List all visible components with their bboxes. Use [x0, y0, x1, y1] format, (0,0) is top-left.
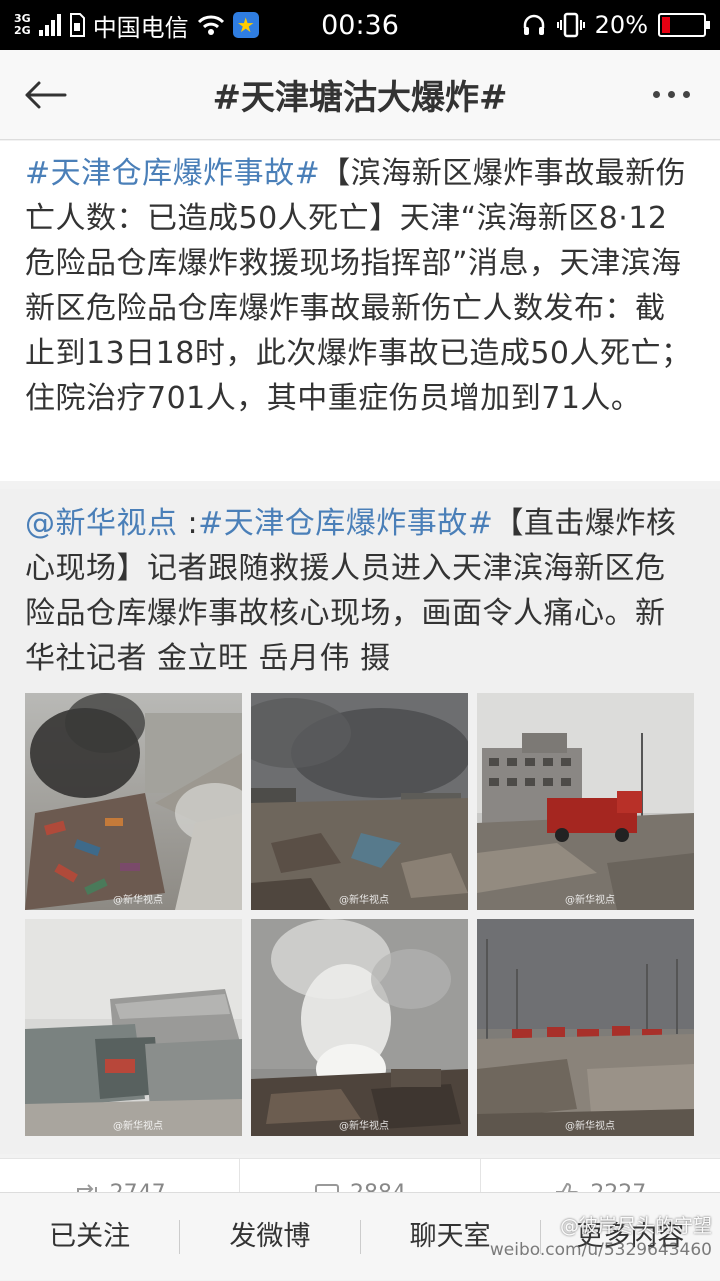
photo-thumbnail[interactable]: @新华视点 [25, 693, 242, 910]
back-arrow-icon [25, 81, 67, 108]
post-text: #天津仓库爆炸事故#【滨海新区爆炸事故最新伤亡人数：已造成50人死亡】天津“滨海… [25, 151, 695, 421]
page-title: #天津塘沽大爆炸# [212, 78, 508, 118]
photo-watermark: @新华视点 [339, 895, 389, 906]
photo-watermark: @新华视点 [565, 895, 615, 906]
repost-count: 2747 [110, 1181, 166, 1192]
photo-thumbnail[interactable]: @新华视点 [477, 693, 694, 910]
photo-watermark: @新华视点 [339, 1121, 389, 1132]
photo-thumbnail[interactable]: @新华视点 [25, 919, 242, 1136]
photo-thumbnail[interactable]: @新华视点 [477, 919, 694, 1136]
repost-text: @新华视点 :#天津仓库爆炸事故#【直击爆炸核心现场】记者跟随救援人员进入天津滨… [25, 501, 695, 681]
status-bar: 3G 2G 中国电信 ★ 00:36 20% [0, 0, 720, 50]
photo-grid: @新华视点 @新华视点 @新华视点 @新华视点 @新华视点 @新华视点 [25, 693, 695, 1136]
tab-more-content[interactable]: 更多内容 [541, 1193, 720, 1281]
comment-count: 2884 [350, 1181, 406, 1192]
more-button[interactable] [636, 50, 706, 140]
smoke-plume-photo [251, 919, 468, 1136]
explosion-aerial-photo [25, 693, 242, 910]
reposted-card[interactable]: @新华视点 :#天津仓库爆炸事故#【直击爆炸核心现场】记者跟随救援人员进入天津滨… [0, 489, 720, 1154]
fire-truck-ruins-photo [477, 693, 694, 910]
vibrate-icon [556, 12, 585, 38]
network-bottom-label: 2G [14, 24, 31, 37]
photo-watermark: @新华视点 [113, 895, 163, 906]
more-dot [682, 91, 690, 98]
repost-button[interactable]: 2747 [0, 1159, 241, 1192]
carrier-label: 中国电信 [92, 13, 189, 42]
repost-topic-link[interactable]: #天津仓库爆炸事故# [198, 506, 493, 541]
headset-icon [523, 14, 544, 35]
sim-icon [69, 13, 85, 37]
repost-author-link[interactable]: @新华视点 [25, 506, 178, 541]
signal-icon [38, 14, 61, 36]
like-count: 2227 [590, 1181, 646, 1192]
more-dots-icon [652, 91, 660, 98]
wifi-icon [197, 15, 224, 35]
like-button[interactable]: 2227 [481, 1159, 720, 1192]
battery-icon [658, 13, 710, 37]
battery-percent: 20% [594, 11, 648, 39]
comment-button[interactable]: 2884 [240, 1159, 481, 1192]
wide-debris-field-photo [477, 919, 694, 1136]
repost-icon [76, 1184, 97, 1192]
photo-watermark: @新华视点 [565, 1121, 615, 1132]
tab-chatroom[interactable]: 聊天室 [361, 1193, 540, 1281]
weibo-post[interactable]: #天津仓库爆炸事故#【滨海新区爆炸事故最新伤亡人数：已造成50人死亡】天津“滨海… [0, 141, 720, 481]
photo-watermark: @新华视点 [113, 1121, 163, 1132]
tab-compose[interactable]: 发微博 [180, 1193, 359, 1281]
tab-following[interactable]: 已关注 [0, 1193, 179, 1281]
post-actions: 2747 2884 2227 [0, 1158, 720, 1192]
nav-bar: #天津塘沽大爆炸# [0, 50, 720, 140]
battery-level-fill [662, 17, 670, 33]
bottom-toolbar: 已关注 发微博 聊天室 更多内容 [0, 1192, 720, 1280]
notification-app-icon: ★ [232, 12, 259, 38]
network-type: 3G 2G [14, 13, 31, 37]
photo-thumbnail[interactable]: @新华视点 [251, 693, 468, 910]
more-dot [667, 91, 675, 98]
repost-separator: : [177, 506, 199, 541]
comment-icon [314, 1184, 339, 1192]
post-body: 【滨海新区爆炸事故最新伤亡人数：已造成50人死亡】天津“滨海新区8·12危险品仓… [25, 156, 692, 416]
debris-field-photo [251, 693, 468, 910]
like-icon [556, 1182, 579, 1192]
back-button[interactable] [0, 50, 90, 140]
crushed-containers-photo [25, 919, 242, 1136]
photo-thumbnail[interactable]: @新华视点 [251, 919, 468, 1136]
post-topic-link[interactable]: #天津仓库爆炸事故# [25, 156, 320, 191]
